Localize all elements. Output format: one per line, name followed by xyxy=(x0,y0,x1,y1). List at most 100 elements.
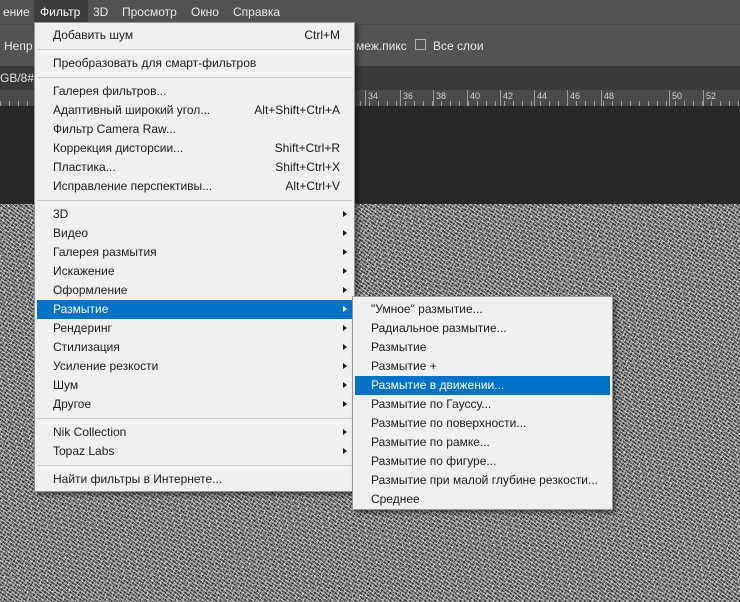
submenu-stylize-design[interactable]: Оформление xyxy=(37,281,352,300)
menu-item-label: Галерея размытия xyxy=(53,245,157,259)
submenu-distort[interactable]: Искажение xyxy=(37,262,352,281)
menu-bar: ение Фильтр 3D Просмотр Окно Справка xyxy=(0,0,740,24)
menu-item-label: Пластика... xyxy=(53,160,116,174)
menu-view[interactable]: Просмотр xyxy=(122,0,177,24)
ruler-major-tick xyxy=(433,90,434,106)
menu-item-browse-filters-online[interactable]: Найти фильтры в Интернете... xyxy=(37,470,352,489)
ruler-major-tick xyxy=(467,90,468,106)
menu-separator xyxy=(37,465,352,466)
menu-item-last-filter[interactable]: Добавить шум Ctrl+M xyxy=(37,26,352,45)
menu-item-shortcut: Alt+Shift+Ctrl+A xyxy=(254,103,340,117)
menu-item-label: Размытие + xyxy=(371,359,437,373)
ruler-label: 36 xyxy=(403,91,414,101)
menu-item-label: Другое xyxy=(53,397,92,411)
all-layers-label: Все слои xyxy=(433,39,484,53)
submenu-sharpen[interactable]: Усиление резкости xyxy=(37,357,352,376)
blur-item-average[interactable]: Среднее xyxy=(355,490,610,509)
blur-item-radial-blur[interactable]: Радиальное размытие... xyxy=(355,319,610,338)
menu-item-label: "Умное" размытие... xyxy=(371,302,483,316)
ruler-major-tick xyxy=(703,90,704,106)
ruler-label: 40 xyxy=(470,91,481,101)
menu-item-label: Topaz Labs xyxy=(53,444,115,458)
ruler-label: 38 xyxy=(436,91,447,101)
menu-item-filter-gallery[interactable]: Галерея фильтров... xyxy=(37,82,352,101)
menu-item-label: Найти фильтры в Интернете... xyxy=(53,472,223,486)
menu-item-label: Фильтр Camera Raw... xyxy=(53,122,177,136)
blur-item-surface-blur[interactable]: Размытие по поверхности... xyxy=(355,414,610,433)
menu-item-shortcut: Shift+Ctrl+X xyxy=(275,160,340,174)
sample-merged-label: меж.пикс xyxy=(356,39,407,53)
menu-item-lens-correction[interactable]: Коррекция дисторсии... Shift+Ctrl+R xyxy=(37,139,352,158)
ruler-major-tick xyxy=(365,90,366,106)
blur-item-blur[interactable]: Размытие xyxy=(355,338,610,357)
submenu-arrow-icon xyxy=(343,306,347,312)
menu-item-label: Размытие по рамке... xyxy=(371,435,490,449)
ruler-label: 46 xyxy=(570,91,581,101)
submenu-arrow-icon xyxy=(343,325,347,331)
menu-filter[interactable]: Фильтр xyxy=(34,0,88,24)
submenu-arrow-icon xyxy=(343,344,347,350)
ruler-label: 42 xyxy=(503,91,514,101)
blur-item-gaussian-blur[interactable]: Размытие по Гауссу... xyxy=(355,395,610,414)
submenu-arrow-icon xyxy=(343,448,347,454)
ruler-major-tick xyxy=(601,90,602,106)
menu-item-shortcut: Alt+Ctrl+V xyxy=(285,179,340,193)
submenu-3d[interactable]: 3D xyxy=(37,205,352,224)
ruler-major-tick xyxy=(669,90,670,106)
blur-item-motion-blur[interactable]: Размытие в движении... xyxy=(355,376,610,395)
menu-separator xyxy=(37,77,352,78)
submenu-other[interactable]: Другое xyxy=(37,395,352,414)
menu-item-adaptive-wide-angle[interactable]: Адаптивный широкий угол... Alt+Shift+Ctr… xyxy=(37,101,352,120)
menu-item-label: Добавить шум xyxy=(53,28,134,42)
submenu-nik-collection[interactable]: Nik Collection xyxy=(37,423,352,442)
menu-item-label: Размытие при малой глубине резкости... xyxy=(371,473,599,487)
ruler-label: 34 xyxy=(368,91,379,101)
menu-item-label: Радиальное размытие... xyxy=(371,321,507,335)
menu-item-label: Адаптивный широкий угол... xyxy=(53,103,211,117)
menu-separator xyxy=(37,49,352,50)
submenu-arrow-icon xyxy=(343,211,347,217)
blur-submenu: "Умное" размытие... Радиальное размытие.… xyxy=(352,296,613,510)
ruler-label: 44 xyxy=(537,91,548,101)
document-tab[interactable]: GB/8# xyxy=(0,66,34,90)
submenu-arrow-icon xyxy=(343,230,347,236)
menu-window[interactable]: Окно xyxy=(191,0,219,24)
menu-item-label: Размытие по поверхности... xyxy=(371,416,527,430)
menu-edit[interactable]: ение xyxy=(3,0,30,24)
submenu-topaz-labs[interactable]: Topaz Labs xyxy=(37,442,352,461)
menu-item-label: Коррекция дисторсии... xyxy=(53,141,184,155)
menu-item-label: Искажение xyxy=(53,264,115,278)
blur-item-shape-blur[interactable]: Размытие по фигуре... xyxy=(355,452,610,471)
menu-item-shortcut: Ctrl+M xyxy=(304,28,340,42)
filter-menu: Добавить шум Ctrl+M Преобразовать для см… xyxy=(34,22,355,492)
menu-3d[interactable]: 3D xyxy=(93,0,108,24)
menu-separator xyxy=(37,200,352,201)
submenu-arrow-icon xyxy=(343,268,347,274)
menu-help[interactable]: Справка xyxy=(233,0,280,24)
submenu-noise[interactable]: Шум xyxy=(37,376,352,395)
menu-item-vanishing-point[interactable]: Исправление перспективы... Alt+Ctrl+V xyxy=(37,177,352,196)
blur-item-smart-blur[interactable]: "Умное" размытие... xyxy=(355,300,610,319)
menu-separator xyxy=(37,418,352,419)
ruler-major-tick xyxy=(400,90,401,106)
menu-item-label: Усиление резкости xyxy=(53,359,159,373)
ruler-major-tick xyxy=(567,90,568,106)
blur-item-lens-blur[interactable]: Размытие при малой глубине резкости... xyxy=(355,471,610,490)
submenu-blur-gallery[interactable]: Галерея размытия xyxy=(37,243,352,262)
submenu-arrow-icon xyxy=(343,287,347,293)
submenu-video[interactable]: Видео xyxy=(37,224,352,243)
submenu-render[interactable]: Рендеринг xyxy=(37,319,352,338)
menu-item-label: Видео xyxy=(53,226,89,240)
blur-item-box-blur[interactable]: Размытие по рамке... xyxy=(355,433,610,452)
submenu-arrow-icon xyxy=(343,429,347,435)
menu-item-shortcut: Shift+Ctrl+R xyxy=(274,141,340,155)
menu-item-liquify[interactable]: Пластика... Shift+Ctrl+X xyxy=(37,158,352,177)
menu-item-convert-smart-filters[interactable]: Преобразовать для смарт-фильтров xyxy=(37,54,352,73)
submenu-blur[interactable]: Размытие xyxy=(37,300,352,319)
submenu-stylize[interactable]: Стилизация xyxy=(37,338,352,357)
ruler-label: 52 xyxy=(706,91,717,101)
all-layers-checkbox[interactable] xyxy=(415,39,426,50)
blur-item-blur-more[interactable]: Размытие + xyxy=(355,357,610,376)
menu-item-label: Размытие xyxy=(53,302,109,316)
menu-item-camera-raw[interactable]: Фильтр Camera Raw... xyxy=(37,120,352,139)
